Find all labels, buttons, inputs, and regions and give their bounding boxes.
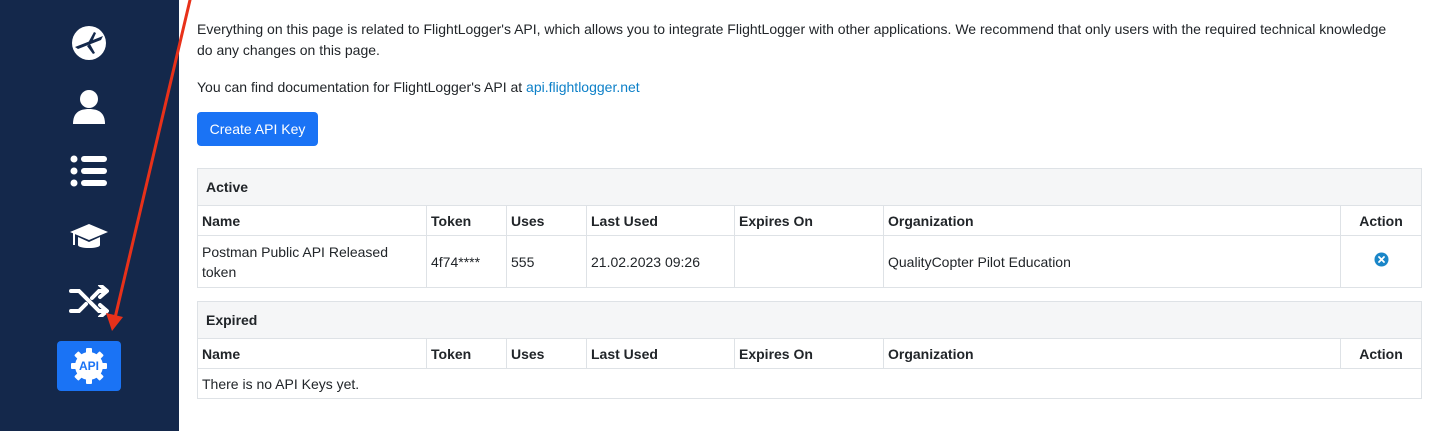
docs-link[interactable]: api.flightlogger.net (526, 79, 640, 95)
column-header-expires-on: Expires On (734, 338, 884, 369)
user-icon (72, 88, 106, 126)
active-caption-row: Active (196, 168, 1423, 206)
docs-prefix: You can find documentation for FlightLog… (197, 79, 527, 95)
column-header-uses: Uses (506, 338, 587, 369)
column-header-action: Action (1339, 205, 1423, 236)
empty-row: There is no API Keys yet. (196, 368, 1423, 399)
empty-state-text: There is no API Keys yet. (196, 368, 1423, 399)
nav-home[interactable] (57, 18, 121, 68)
expired-section-title: Expired (196, 301, 1423, 339)
sidebar: API (0, 0, 179, 431)
column-header-name: Name (197, 338, 427, 369)
key-organization: QualityCopter Pilot Education (883, 235, 1341, 288)
expired-keys-table: Expired Name Token Uses Last Used Expire… (196, 301, 1423, 399)
nav-education[interactable] (57, 212, 121, 262)
remove-circle-icon[interactable] (1374, 252, 1389, 272)
key-action-cell (1339, 235, 1423, 288)
table-row: Postman Public API Released token 4f74**… (197, 235, 1423, 288)
key-token: 4f74**** (426, 235, 507, 288)
docs-line: You can find documentation for FlightLog… (197, 77, 640, 98)
create-api-key-button[interactable]: Create API Key (197, 112, 318, 146)
main-content: Everything on this page is related to Fl… (179, 0, 1432, 431)
expired-header-row: Name Token Uses Last Used Expires On Org… (197, 338, 1423, 369)
column-header-action: Action (1339, 338, 1423, 369)
column-header-uses: Uses (506, 205, 587, 236)
active-keys-table: Active Name Token Uses Last Used Expires… (196, 168, 1423, 288)
api-icon-label: API (78, 359, 99, 373)
column-header-token: Token (426, 338, 507, 369)
column-header-organization: Organization (883, 205, 1341, 236)
api-gear-icon: API (70, 347, 108, 385)
expired-caption-row: Expired (196, 301, 1423, 339)
nav-api[interactable]: API (57, 341, 121, 391)
shuffle-icon (69, 285, 109, 317)
nav-users[interactable] (57, 82, 121, 132)
column-header-organization: Organization (883, 338, 1341, 369)
active-section-title: Active (196, 168, 1423, 206)
active-header-row: Name Token Uses Last Used Expires On Org… (197, 205, 1423, 236)
nav-integrations[interactable] (57, 276, 121, 326)
column-header-token: Token (426, 205, 507, 236)
key-uses: 555 (506, 235, 587, 288)
key-name: Postman Public API Released token (197, 235, 427, 288)
column-header-name: Name (197, 205, 427, 236)
nav-list[interactable] (57, 146, 121, 196)
column-header-last-used: Last Used (586, 205, 735, 236)
key-last-used: 21.02.2023 09:26 (586, 235, 735, 288)
graduation-cap-icon (69, 222, 109, 252)
list-icon (70, 155, 108, 187)
column-header-expires-on: Expires On (734, 205, 884, 236)
column-header-last-used: Last Used (586, 338, 735, 369)
intro-text: Everything on this page is related to Fl… (197, 21, 1387, 58)
key-expires-on (734, 235, 884, 288)
plane-logo-icon (70, 24, 108, 62)
